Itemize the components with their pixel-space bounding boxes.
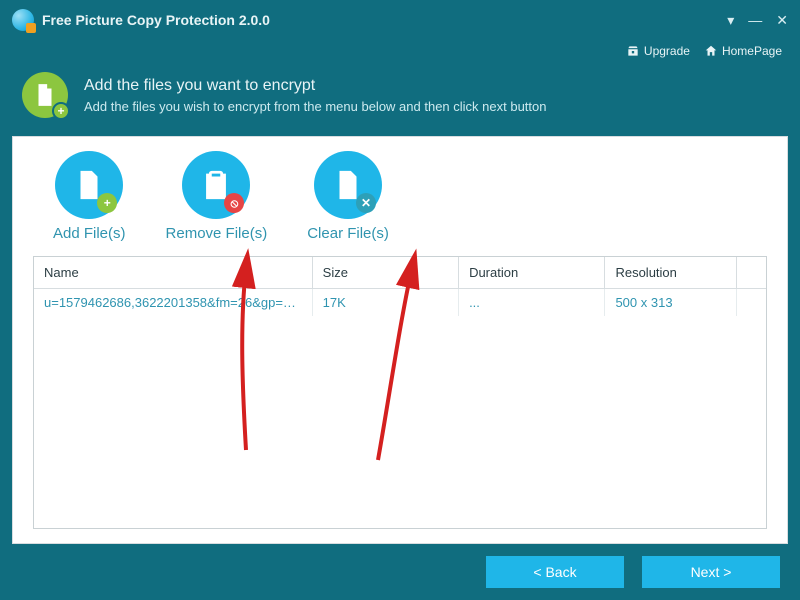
add-files-label: Add File(s) bbox=[53, 225, 126, 242]
minimize-button[interactable]: — bbox=[748, 12, 762, 28]
pin-icon[interactable]: ▾ bbox=[727, 12, 734, 29]
top-toolbar: Upgrade HomePage bbox=[0, 40, 800, 60]
col-name[interactable]: Name bbox=[34, 257, 312, 289]
page-title: Add the files you want to encrypt bbox=[84, 77, 546, 95]
upgrade-icon bbox=[626, 44, 640, 58]
clear-files-button[interactable]: ✕ Clear File(s) bbox=[307, 151, 389, 242]
remove-icon: ⦸ bbox=[224, 193, 244, 213]
table-row[interactable]: u=1579462686,3622201358&fm=26&gp=0.... 1… bbox=[34, 289, 766, 317]
add-files-circle: + bbox=[55, 151, 123, 219]
col-resolution[interactable]: Resolution bbox=[605, 257, 737, 289]
clear-icon: ✕ bbox=[356, 193, 376, 213]
cell-size: 17K bbox=[312, 289, 458, 317]
app-window: Free Picture Copy Protection 2.0.0 ▾ — ✕… bbox=[0, 0, 800, 600]
col-spacer bbox=[737, 257, 766, 289]
cell-name: u=1579462686,3622201358&fm=26&gp=0.... bbox=[34, 289, 312, 317]
col-duration[interactable]: Duration bbox=[459, 257, 605, 289]
file-table-wrap[interactable]: Name Size Duration Resolution u=15794626… bbox=[33, 256, 767, 529]
close-button[interactable]: ✕ bbox=[776, 12, 788, 29]
title-bar: Free Picture Copy Protection 2.0.0 ▾ — ✕ bbox=[0, 0, 800, 40]
upgrade-label: Upgrade bbox=[644, 44, 690, 58]
app-logo-icon bbox=[12, 9, 34, 31]
page-header-texts: Add the files you want to encrypt Add th… bbox=[84, 77, 546, 114]
add-files-button[interactable]: + Add File(s) bbox=[53, 151, 126, 242]
plus-icon: + bbox=[97, 193, 117, 213]
table-header-row: Name Size Duration Resolution bbox=[34, 257, 766, 289]
footer-bar: < Back Next > bbox=[0, 544, 800, 600]
content-card: + Add File(s) ⦸ Remove File(s) ✕ Clear F… bbox=[12, 136, 788, 544]
page-subtitle: Add the files you wish to encrypt from t… bbox=[84, 99, 546, 114]
homepage-label: HomePage bbox=[722, 44, 782, 58]
plus-badge-icon: + bbox=[52, 102, 70, 120]
file-table: Name Size Duration Resolution u=15794626… bbox=[34, 257, 766, 316]
upgrade-link[interactable]: Upgrade bbox=[626, 44, 690, 58]
col-size[interactable]: Size bbox=[312, 257, 458, 289]
clear-files-label: Clear File(s) bbox=[307, 225, 389, 242]
next-button[interactable]: Next > bbox=[642, 556, 780, 588]
remove-files-circle: ⦸ bbox=[182, 151, 250, 219]
window-title: Free Picture Copy Protection 2.0.0 bbox=[42, 12, 270, 28]
back-button[interactable]: < Back bbox=[486, 556, 624, 588]
page-header: + Add the files you want to encrypt Add … bbox=[0, 60, 800, 136]
homepage-link[interactable]: HomePage bbox=[704, 44, 782, 58]
window-controls: ▾ — ✕ bbox=[727, 12, 788, 29]
cell-duration: ... bbox=[459, 289, 605, 317]
home-icon bbox=[704, 44, 718, 58]
clear-files-circle: ✕ bbox=[314, 151, 382, 219]
action-row: + Add File(s) ⦸ Remove File(s) ✕ Clear F… bbox=[13, 137, 787, 252]
header-add-file-icon: + bbox=[22, 72, 68, 118]
cell-resolution: 500 x 313 bbox=[605, 289, 737, 317]
remove-files-button[interactable]: ⦸ Remove File(s) bbox=[166, 151, 268, 242]
remove-files-label: Remove File(s) bbox=[166, 225, 268, 242]
